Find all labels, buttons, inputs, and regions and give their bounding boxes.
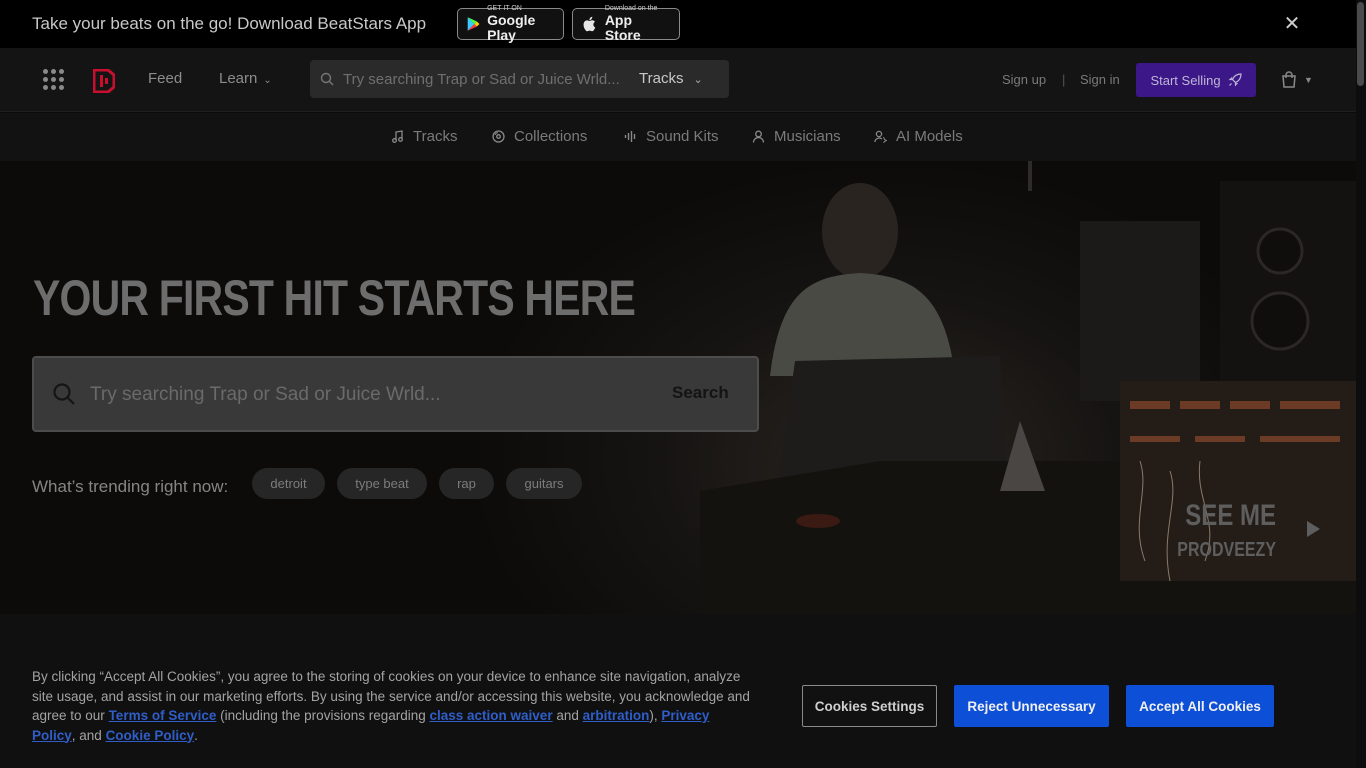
- shopping-bag-icon: [1282, 71, 1296, 88]
- featured-track-artist[interactable]: PRODVEEZY: [1175, 539, 1276, 562]
- chevron-down-icon: ▼: [1304, 75, 1313, 85]
- trending-tag[interactable]: type beat: [337, 468, 427, 499]
- accept-all-cookies-button[interactable]: Accept All Cookies: [1126, 685, 1274, 727]
- chevron-down-icon: ⌄: [263, 75, 272, 86]
- cookie-text-part: , and: [71, 727, 106, 743]
- apps-grid-icon[interactable]: [43, 69, 65, 91]
- trending-tag[interactable]: guitars: [506, 468, 582, 499]
- category-collections[interactable]: Collections: [492, 128, 587, 145]
- google-play-button[interactable]: GET IT ON Google Play: [457, 5, 564, 43]
- google-play-large-text: Google Play: [487, 12, 536, 43]
- collections-icon: [492, 130, 505, 143]
- cookie-text-part: ),: [649, 708, 662, 723]
- google-play-icon: [467, 17, 480, 31]
- cookie-text-part: and: [552, 708, 583, 723]
- music-note-icon: [392, 130, 403, 143]
- trending-label: What’s trending right now:: [32, 477, 229, 496]
- search-type-label: Tracks: [639, 70, 684, 87]
- app-store-large-text: App Store: [604, 12, 641, 43]
- ai-voice-icon: [874, 130, 887, 143]
- trending-tag[interactable]: rap: [439, 468, 494, 499]
- reject-unnecessary-button[interactable]: Reject Unnecessary: [954, 685, 1109, 727]
- category-tracks[interactable]: Tracks: [391, 128, 457, 145]
- category-musicians[interactable]: Musicians: [752, 128, 841, 145]
- cookie-banner: By clicking “Accept All Cookies”, you ag…: [0, 614, 1356, 768]
- search-icon: [320, 72, 334, 86]
- page: Take your beats on the go! Download Beat…: [0, 0, 1366, 768]
- category-sound-kits[interactable]: Sound Kits: [624, 128, 719, 145]
- hero-section: YOUR FIRST HIT STARTS HERE Search What’s…: [0, 161, 1356, 614]
- category-ai-models-label: AI Models: [896, 128, 963, 145]
- waveform-icon: [624, 131, 636, 142]
- app-store-button[interactable]: Download on the App Store: [572, 5, 680, 43]
- start-selling-label: Start Selling: [1150, 72, 1221, 88]
- arbitration-link[interactable]: arbitration: [583, 708, 650, 723]
- hero-title: YOUR FIRST HIT STARTS HERE: [33, 270, 636, 326]
- nav-learn[interactable]: Learn ⌄: [219, 70, 272, 87]
- search-type-dropdown[interactable]: Tracks ⌄: [639, 70, 703, 87]
- sign-in-link[interactable]: Sign in: [1080, 72, 1120, 87]
- header-search-input[interactable]: [343, 68, 623, 90]
- search-icon: [53, 383, 75, 405]
- rocket-icon: [1228, 73, 1242, 87]
- cookie-consent-text: By clicking “Accept All Cookies”, you ag…: [32, 667, 752, 745]
- close-icon[interactable]: ✕: [1282, 14, 1302, 34]
- header-search-bar: Tracks ⌄: [310, 60, 729, 98]
- hero-search-button[interactable]: Search: [672, 383, 729, 403]
- chevron-down-icon: ⌄: [693, 74, 703, 86]
- category-sound-kits-label: Sound Kits: [646, 128, 719, 145]
- cart-button[interactable]: ▼: [1280, 70, 1320, 90]
- main-header: Feed Learn ⌄ Tracks ⌄ Sign up | Sign in St…: [0, 48, 1356, 112]
- category-collections-label: Collections: [514, 128, 588, 145]
- category-ai-models[interactable]: AI Models: [874, 128, 963, 145]
- sign-up-link[interactable]: Sign up: [1002, 72, 1046, 87]
- terms-of-service-link[interactable]: Terms of Service: [109, 708, 217, 723]
- trending-tag[interactable]: detroit: [252, 468, 325, 499]
- user-icon: [752, 130, 765, 143]
- beatstars-logo[interactable]: [93, 69, 115, 93]
- cookie-text-part: (including the provisions regarding: [216, 708, 430, 723]
- auth-separator: |: [1062, 72, 1066, 87]
- hero-search-input[interactable]: [90, 380, 650, 410]
- cookie-policy-link[interactable]: Cookie Policy: [106, 728, 195, 743]
- apple-icon: [583, 16, 596, 32]
- start-selling-button[interactable]: Start Selling: [1136, 63, 1256, 97]
- category-nav: Tracks Collections Sound Kits Musicians …: [0, 113, 1356, 161]
- scrollbar-track[interactable]: [1356, 0, 1366, 768]
- scrollbar-thumb[interactable]: [1357, 2, 1364, 86]
- cookies-settings-button[interactable]: Cookies Settings: [802, 685, 937, 727]
- nav-learn-label: Learn: [219, 70, 258, 87]
- featured-track-title[interactable]: SEE ME: [1175, 499, 1276, 533]
- category-tracks-label: Tracks: [413, 128, 458, 145]
- hero-search-bar: Search: [32, 356, 759, 432]
- play-icon[interactable]: [1305, 520, 1321, 538]
- promo-text: Take your beats on the go! Download Beat…: [32, 14, 427, 33]
- nav-feed[interactable]: Feed: [148, 70, 182, 87]
- app-promo-bar: Take your beats on the go! Download Beat…: [0, 0, 1356, 48]
- class-action-waiver-link[interactable]: class action waiver: [430, 708, 553, 723]
- category-musicians-label: Musicians: [774, 128, 841, 145]
- cookie-text-part: .: [194, 727, 198, 743]
